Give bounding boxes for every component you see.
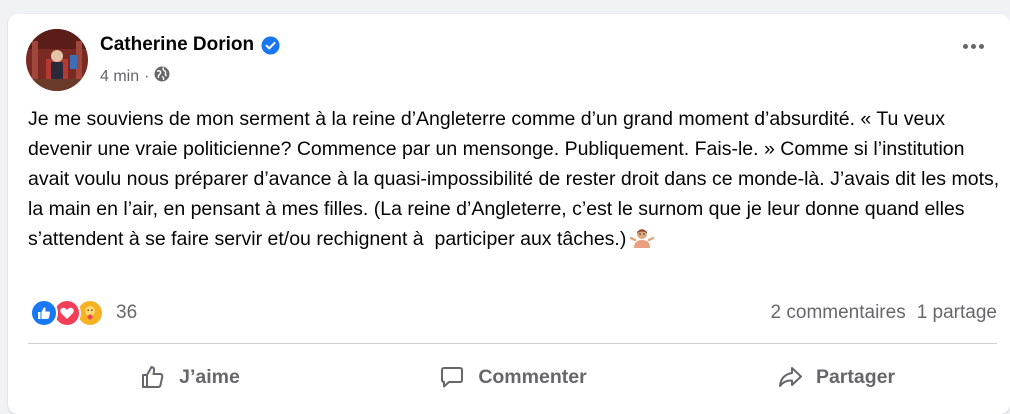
dot <box>971 44 976 49</box>
comment-button-label: Commenter <box>478 365 587 388</box>
reaction-count: 36 <box>116 302 138 323</box>
avatar-image <box>26 29 88 91</box>
post-meta: 4 min · <box>100 66 170 87</box>
share-arrow-icon <box>778 367 802 387</box>
verified-badge-icon <box>261 35 280 55</box>
like-reaction-icon <box>30 299 58 327</box>
like-button-label: J’aime <box>179 365 240 388</box>
post-timestamp[interactable]: 4 min <box>100 68 139 86</box>
comments-count-link[interactable]: 2 commentaires <box>771 302 906 324</box>
share-button[interactable]: Partager <box>674 354 997 400</box>
engagement-stats: 2 commentaires 1 partage <box>771 302 997 324</box>
author-name[interactable]: Catherine Dorion <box>100 34 254 56</box>
shares-count-link[interactable]: 1 partage <box>917 302 997 324</box>
share-button-label: Partager <box>815 365 896 388</box>
post-card: Catherine Dorion 4 min · Je me souviens … <box>8 14 1010 414</box>
meta-separator: · <box>144 67 150 85</box>
comment-button[interactable]: Commenter <box>351 354 674 400</box>
dot <box>979 44 984 49</box>
post-text: Je me souviens de mon serment à la reine… <box>28 108 1005 250</box>
person-shrugging-emoji-icon <box>630 226 655 250</box>
post-actions-bar: J’aime Commenter Partager <box>28 354 997 400</box>
more-options-icon[interactable] <box>963 44 984 49</box>
like-button[interactable]: J’aime <box>28 354 351 400</box>
thumbs-up-icon <box>142 366 164 388</box>
comment-bubble-icon <box>441 367 464 388</box>
reactions-summary[interactable]: 36 <box>30 299 137 327</box>
author-name-row: Catherine Dorion <box>100 34 280 56</box>
post-body: Je me souviens de mon serment à la reine… <box>28 104 1003 254</box>
avatar[interactable] <box>26 29 88 91</box>
divider <box>28 343 997 344</box>
globe-icon[interactable] <box>154 66 170 87</box>
dot <box>963 44 968 49</box>
